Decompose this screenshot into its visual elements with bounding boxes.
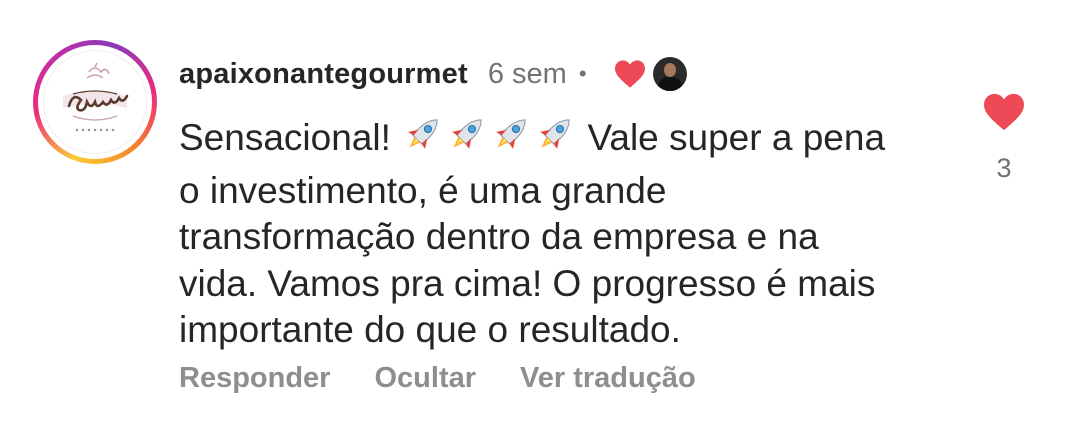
rocket-emoji-icon [445, 112, 489, 168]
creator-liked-heart-icon [613, 59, 647, 89]
comment-line-1: Sensacional! Vale super a pena [179, 112, 939, 168]
comment-line-5: importante do que o resultado. [179, 309, 681, 350]
like-count: 3 [996, 153, 1012, 183]
rocket-emoji-icon [489, 112, 533, 168]
comment-line-2: o investimento, é uma grande [179, 169, 667, 211]
heart-filled-icon [984, 93, 1024, 131]
comment-timestamp: 6 sem [487, 57, 567, 90]
username[interactable]: apaixonantegourmet [179, 58, 468, 91]
rocket-emoji-icon [533, 112, 577, 168]
gourmet-logo-icon [63, 62, 129, 132]
hide-button[interactable]: Ocultar [374, 362, 476, 395]
avatar-story-ring[interactable] [33, 40, 157, 164]
separator-dot: • [578, 61, 587, 86]
creator-avatar [652, 57, 687, 91]
comment-body: Sensacional! Vale super a pena o investi… [179, 112, 939, 354]
like-button[interactable] [980, 92, 1028, 137]
reply-button[interactable]: Responder [179, 362, 330, 395]
comment-header: apaixonantegourmet 6 sem • [179, 52, 687, 96]
comment: apaixonantegourmet 6 sem • Sensacional! … [0, 0, 1080, 440]
comment-actions: Responder Ocultar Ver tradução [179, 362, 740, 395]
rocket-emoji-icon [401, 112, 445, 168]
comment-line-3: transformação dentro da empresa e na [179, 216, 819, 257]
avatar[interactable] [43, 50, 147, 154]
translate-button[interactable]: Ver tradução [520, 362, 696, 395]
comment-line-4: vida. Vamos pra cima! O progresso é mais [179, 262, 876, 304]
